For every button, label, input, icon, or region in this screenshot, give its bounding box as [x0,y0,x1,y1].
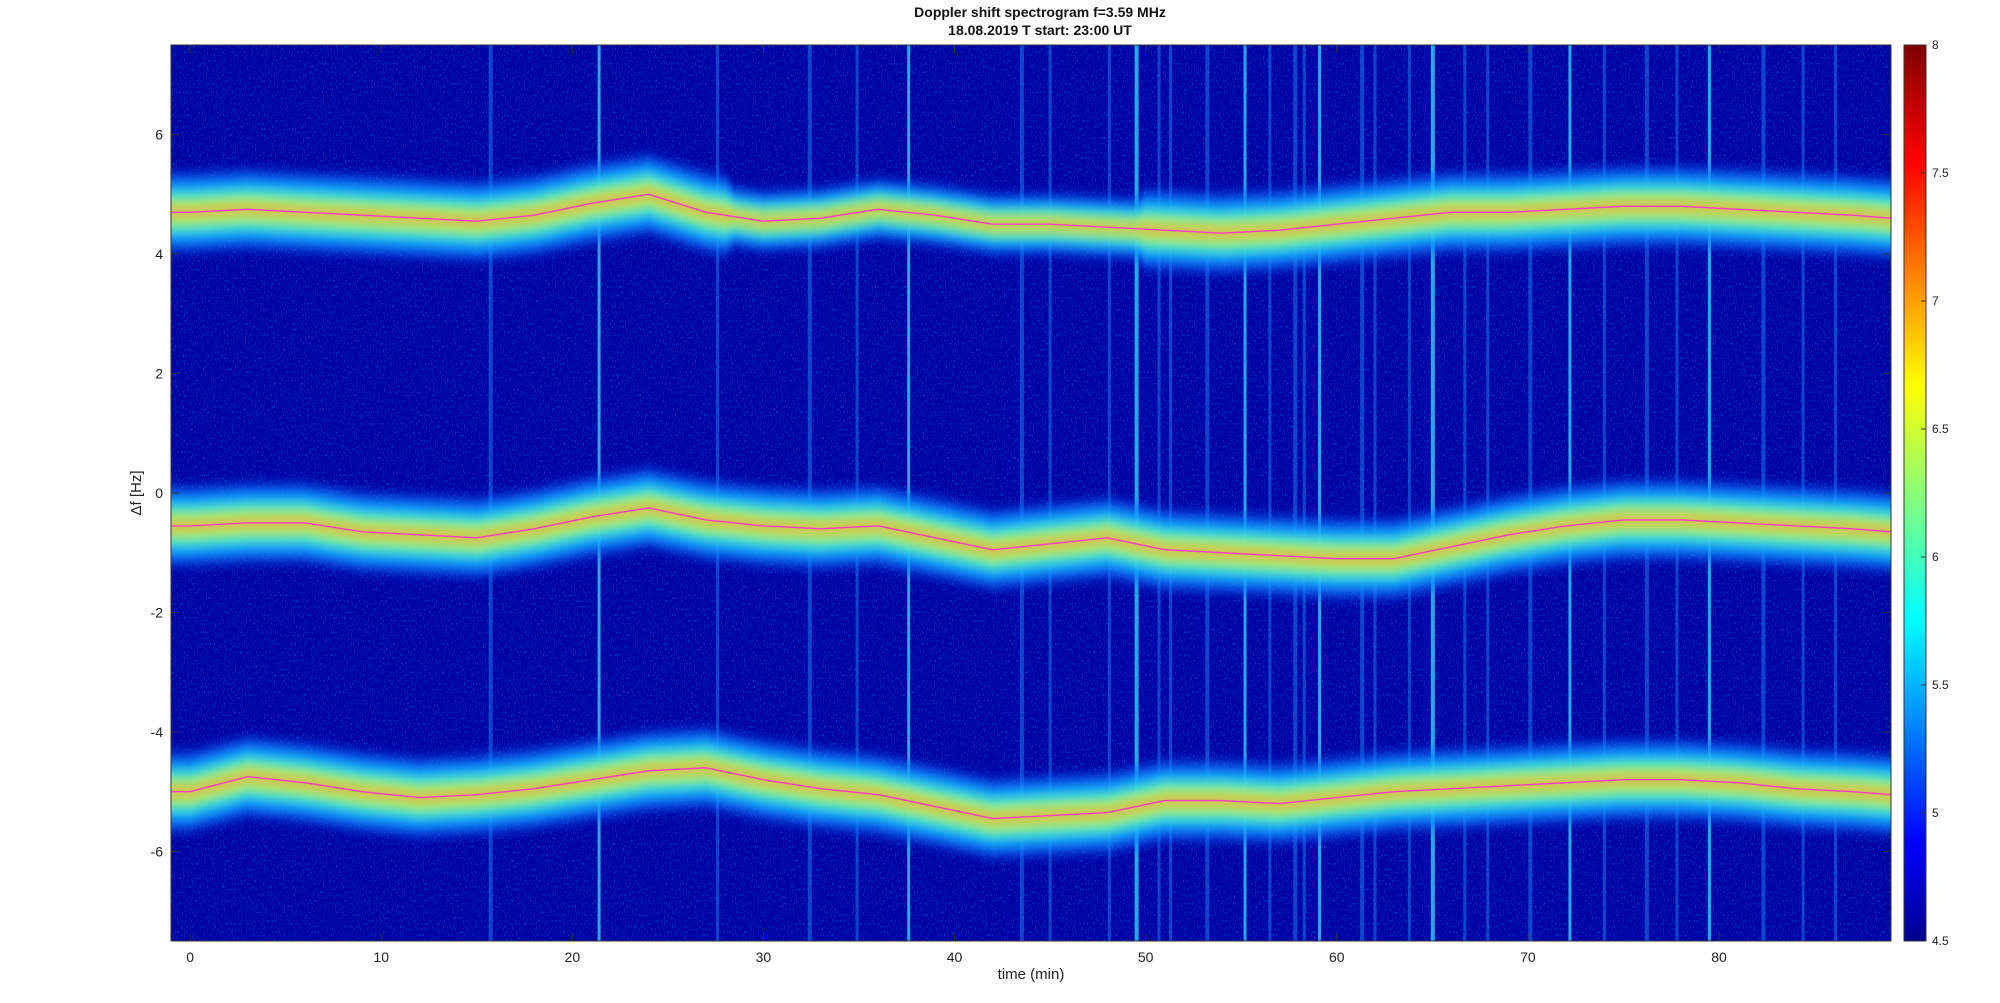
colorbar-tick-label: 8 [1932,38,1939,52]
x-tick-label: 80 [1711,949,1727,965]
colorbar-tick-label: 7.5 [1932,166,1949,180]
colorbar-tick-label: 6 [1932,550,1939,564]
colorbar-tick-label: 7 [1932,294,1939,308]
y-tick-label: -4 [151,724,164,740]
figure: Doppler shift spectrogram f=3.59 MHz 18.… [0,0,2000,1003]
x-tick-label: 60 [1329,949,1345,965]
y-tick-label: 6 [155,127,163,143]
x-tick-label: 40 [947,949,963,965]
colorbar-gradient [1903,44,1927,942]
x-tick-label: 70 [1520,949,1536,965]
x-tick-label: 20 [565,949,581,965]
x-tick-label: 10 [373,949,389,965]
y-axis-label: Δf [Hz] [128,470,145,515]
plot-area [170,44,1892,942]
y-tick-label: 4 [155,246,163,262]
y-tick-label: 0 [155,485,163,501]
y-tick-label: 2 [155,366,163,382]
colorbar-tick-label: 4.5 [1932,934,1949,948]
colorbar-tick-label: 5.5 [1932,678,1949,692]
colorbar: 4.5 5 5.5 6 6.5 7 7.5 8 [1903,38,1949,948]
colorbar-tick-label: 6.5 [1932,422,1949,436]
x-axis-label: time (min) [998,966,1065,983]
x-tick-label: 30 [756,949,772,965]
y-tick-label: -2 [151,604,164,620]
colorbar-tick-label: 5 [1932,806,1939,820]
spectrogram-chart: 0 10 20 30 40 50 60 70 80 -6-4-20246 time (min) … [128,38,1949,983]
x-tick-label: 0 [186,949,194,965]
y-tick-label: -6 [151,843,164,859]
x-tick-label: 50 [1138,949,1154,965]
